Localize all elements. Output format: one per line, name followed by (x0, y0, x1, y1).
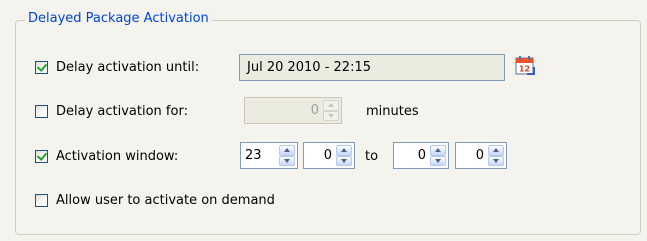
end-minute-spinner[interactable]: 0 (455, 142, 507, 169)
delay-until-value: Jul 20 2010 - 22:15 (247, 60, 371, 75)
allow-on-demand-checkbox[interactable] (35, 193, 48, 207)
spin-up-button[interactable] (279, 145, 295, 156)
start-minute-value[interactable]: 0 (304, 148, 336, 163)
arrow-up-icon (493, 148, 499, 153)
spin-up-button[interactable] (488, 145, 504, 156)
delay-for-row[interactable]: Delay activation for: (35, 100, 188, 122)
activation-window-checkbox[interactable] (35, 149, 48, 163)
spinner-buttons (323, 100, 339, 121)
delay-for-label[interactable]: Delay activation for: (56, 104, 188, 119)
delay-until-datetime-field[interactable]: Jul 20 2010 - 22:15 (239, 54, 505, 81)
arrow-up-icon (341, 148, 347, 153)
spin-down-button (323, 110, 339, 121)
arrow-down-icon (493, 158, 499, 163)
delay-for-checkbox[interactable] (35, 104, 48, 118)
arrow-down-icon (328, 113, 334, 118)
spin-up-button[interactable] (336, 145, 352, 156)
arrow-up-icon (328, 103, 334, 108)
arrow-up-icon (435, 148, 441, 153)
group-title: Delayed Package Activation (25, 11, 212, 27)
delay-for-minutes-spinner: 0 (244, 97, 342, 124)
start-minute-spinner[interactable]: 0 (303, 142, 355, 169)
to-label: to (365, 148, 379, 164)
spin-down-button[interactable] (279, 155, 295, 166)
arrow-up-icon (284, 148, 290, 153)
arrow-down-icon (284, 158, 290, 163)
activation-window-label[interactable]: Activation window: (56, 149, 178, 164)
spin-down-button[interactable] (488, 155, 504, 166)
end-hour-value[interactable]: 0 (394, 148, 430, 163)
svg-text:12: 12 (519, 65, 530, 74)
delay-until-row[interactable]: Delay activation until: (35, 56, 199, 78)
minutes-unit-label: minutes (366, 103, 419, 119)
spin-up-button[interactable] (430, 145, 446, 156)
end-minute-value[interactable]: 0 (456, 148, 488, 163)
calendar-icon[interactable]: 12 (514, 55, 536, 77)
delay-until-checkbox[interactable] (35, 60, 48, 74)
arrow-down-icon (435, 158, 441, 163)
start-hour-spinner[interactable]: 23 (240, 142, 298, 169)
spinner-buttons[interactable] (279, 145, 295, 166)
activation-window-row[interactable]: Activation window: (35, 145, 178, 167)
spin-up-button (323, 100, 339, 111)
spinner-buttons[interactable] (430, 145, 446, 166)
spinner-buttons[interactable] (336, 145, 352, 166)
allow-on-demand-label[interactable]: Allow user to activate on demand (56, 193, 275, 208)
delay-for-minutes-value: 0 (310, 103, 319, 118)
spinner-buttons[interactable] (488, 145, 504, 166)
delay-until-label[interactable]: Delay activation until: (56, 60, 199, 75)
start-hour-value[interactable]: 23 (241, 148, 279, 163)
spin-down-button[interactable] (336, 155, 352, 166)
arrow-down-icon (341, 158, 347, 163)
end-hour-spinner[interactable]: 0 (393, 142, 449, 169)
allow-on-demand-row[interactable]: Allow user to activate on demand (35, 189, 275, 211)
spin-down-button[interactable] (430, 155, 446, 166)
